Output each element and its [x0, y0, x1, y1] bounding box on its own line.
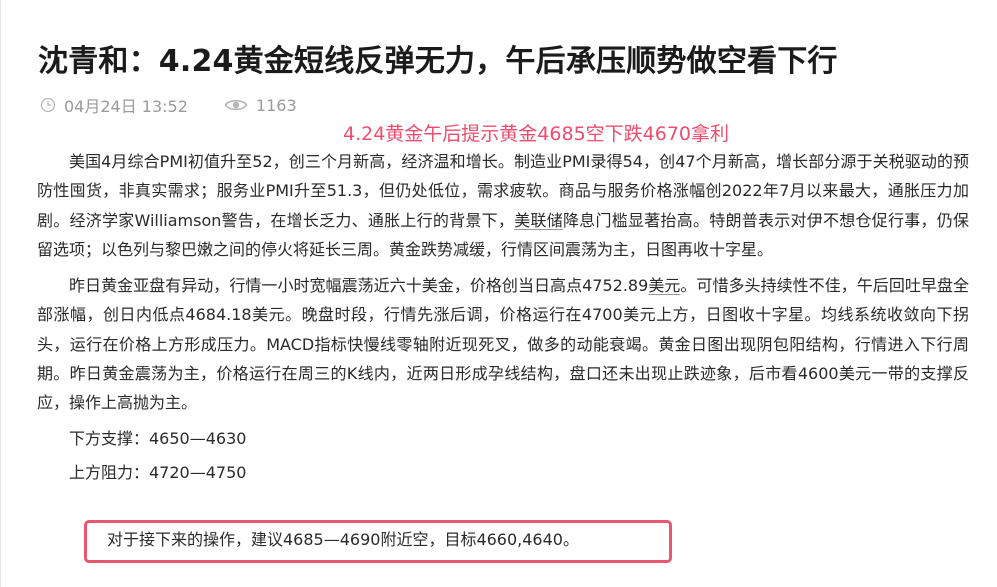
trade-operation-recommendation: 对于接下来的操作，建议4685—4690附近空，目标4660,4640。: [107, 530, 579, 549]
paragraph-market-overview: 美国4月综合PMI初值升至52，创三个月新高，经济温和增长。制造业PMI录得54…: [37, 147, 969, 264]
article-meta: 04月24日 13:52 1163: [40, 94, 297, 116]
resistance-level: 上方阻力：4720—4750: [69, 462, 247, 482]
article-title: 沈青和：4.24黄金短线反弹无力，午后承压顺势做空看下行: [38, 44, 838, 79]
view-number: 1163: [255, 95, 297, 115]
article-body: 美国4月综合PMI初值升至52，创三个月新高，经济温和增长。制造业PMI录得54…: [37, 147, 969, 487]
paragraph-technical-analysis: 昨日黄金亚盘有异动，行情一小时宽幅震荡近六十美金，价格创当日高点4752.89美…: [37, 271, 969, 417]
left-border: [0, 0, 1, 587]
clock-icon: [40, 97, 64, 113]
usd-link[interactable]: 美元: [648, 276, 680, 295]
paragraph-text: 昨日黄金亚盘有异动，行情一小时宽幅震荡近六十美金，价格创当日高点4752.89: [69, 276, 649, 296]
publish-time: 04月24日 13:52: [40, 93, 188, 117]
eye-icon: [224, 97, 256, 113]
publish-date: 04月24日 13:52: [64, 97, 188, 116]
trade-alert-subtitle: 4.24黄金午后提示黄金4685空下跌4670拿利: [343, 123, 730, 145]
paragraph-text: 。可惜多头持续性不佳，午后回吐早盘全部涨幅，创日内低点4684.18美元。晚盘时…: [37, 276, 969, 413]
support-level: 下方支撑：4650—4630: [69, 428, 247, 448]
fed-link[interactable]: 美联储: [514, 211, 563, 230]
view-count: 1163: [224, 96, 297, 115]
